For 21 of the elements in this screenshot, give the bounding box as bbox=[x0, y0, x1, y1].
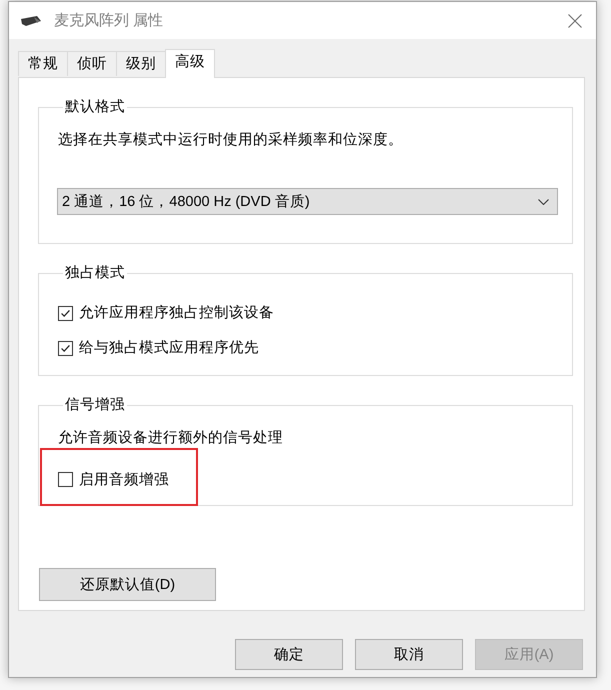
window-title: 麦克风阵列 属性 bbox=[54, 10, 164, 30]
dialog-button[interactable]: 确定 bbox=[235, 639, 343, 670]
format-dropdown[interactable]: 2 通道，16 位，48000 Hz (DVD 音质) bbox=[57, 188, 558, 215]
device-icon bbox=[20, 14, 42, 26]
checkbox-label[interactable]: 启用音频增强 bbox=[79, 470, 169, 490]
tab[interactable]: 高级 bbox=[165, 49, 215, 78]
dialog-button[interactable]: 取消 bbox=[355, 639, 463, 670]
group-description: 允许音频设备进行额外的信号处理 bbox=[58, 428, 284, 448]
group-title: 独占模式 bbox=[64, 265, 126, 281]
group-description: 选择在共享模式中运行时使用的采样频率和位深度。 bbox=[58, 130, 404, 150]
checkbox-label[interactable]: 允许应用程序独占控制该设备 bbox=[79, 303, 274, 323]
group-title: 默认格式 bbox=[64, 99, 126, 115]
close-icon[interactable] bbox=[568, 14, 582, 28]
group-title: 信号增强 bbox=[64, 397, 126, 413]
checkbox[interactable] bbox=[58, 340, 73, 356]
restore-defaults-button[interactable]: 还原默认值(D) bbox=[39, 568, 216, 601]
tab[interactable]: 常规 bbox=[18, 51, 68, 76]
checkbox[interactable] bbox=[58, 306, 73, 320]
checkbox[interactable] bbox=[58, 472, 73, 487]
checkbox-label[interactable]: 给与独占模式应用程序优先 bbox=[79, 338, 259, 358]
chevron-down-icon bbox=[538, 198, 549, 204]
